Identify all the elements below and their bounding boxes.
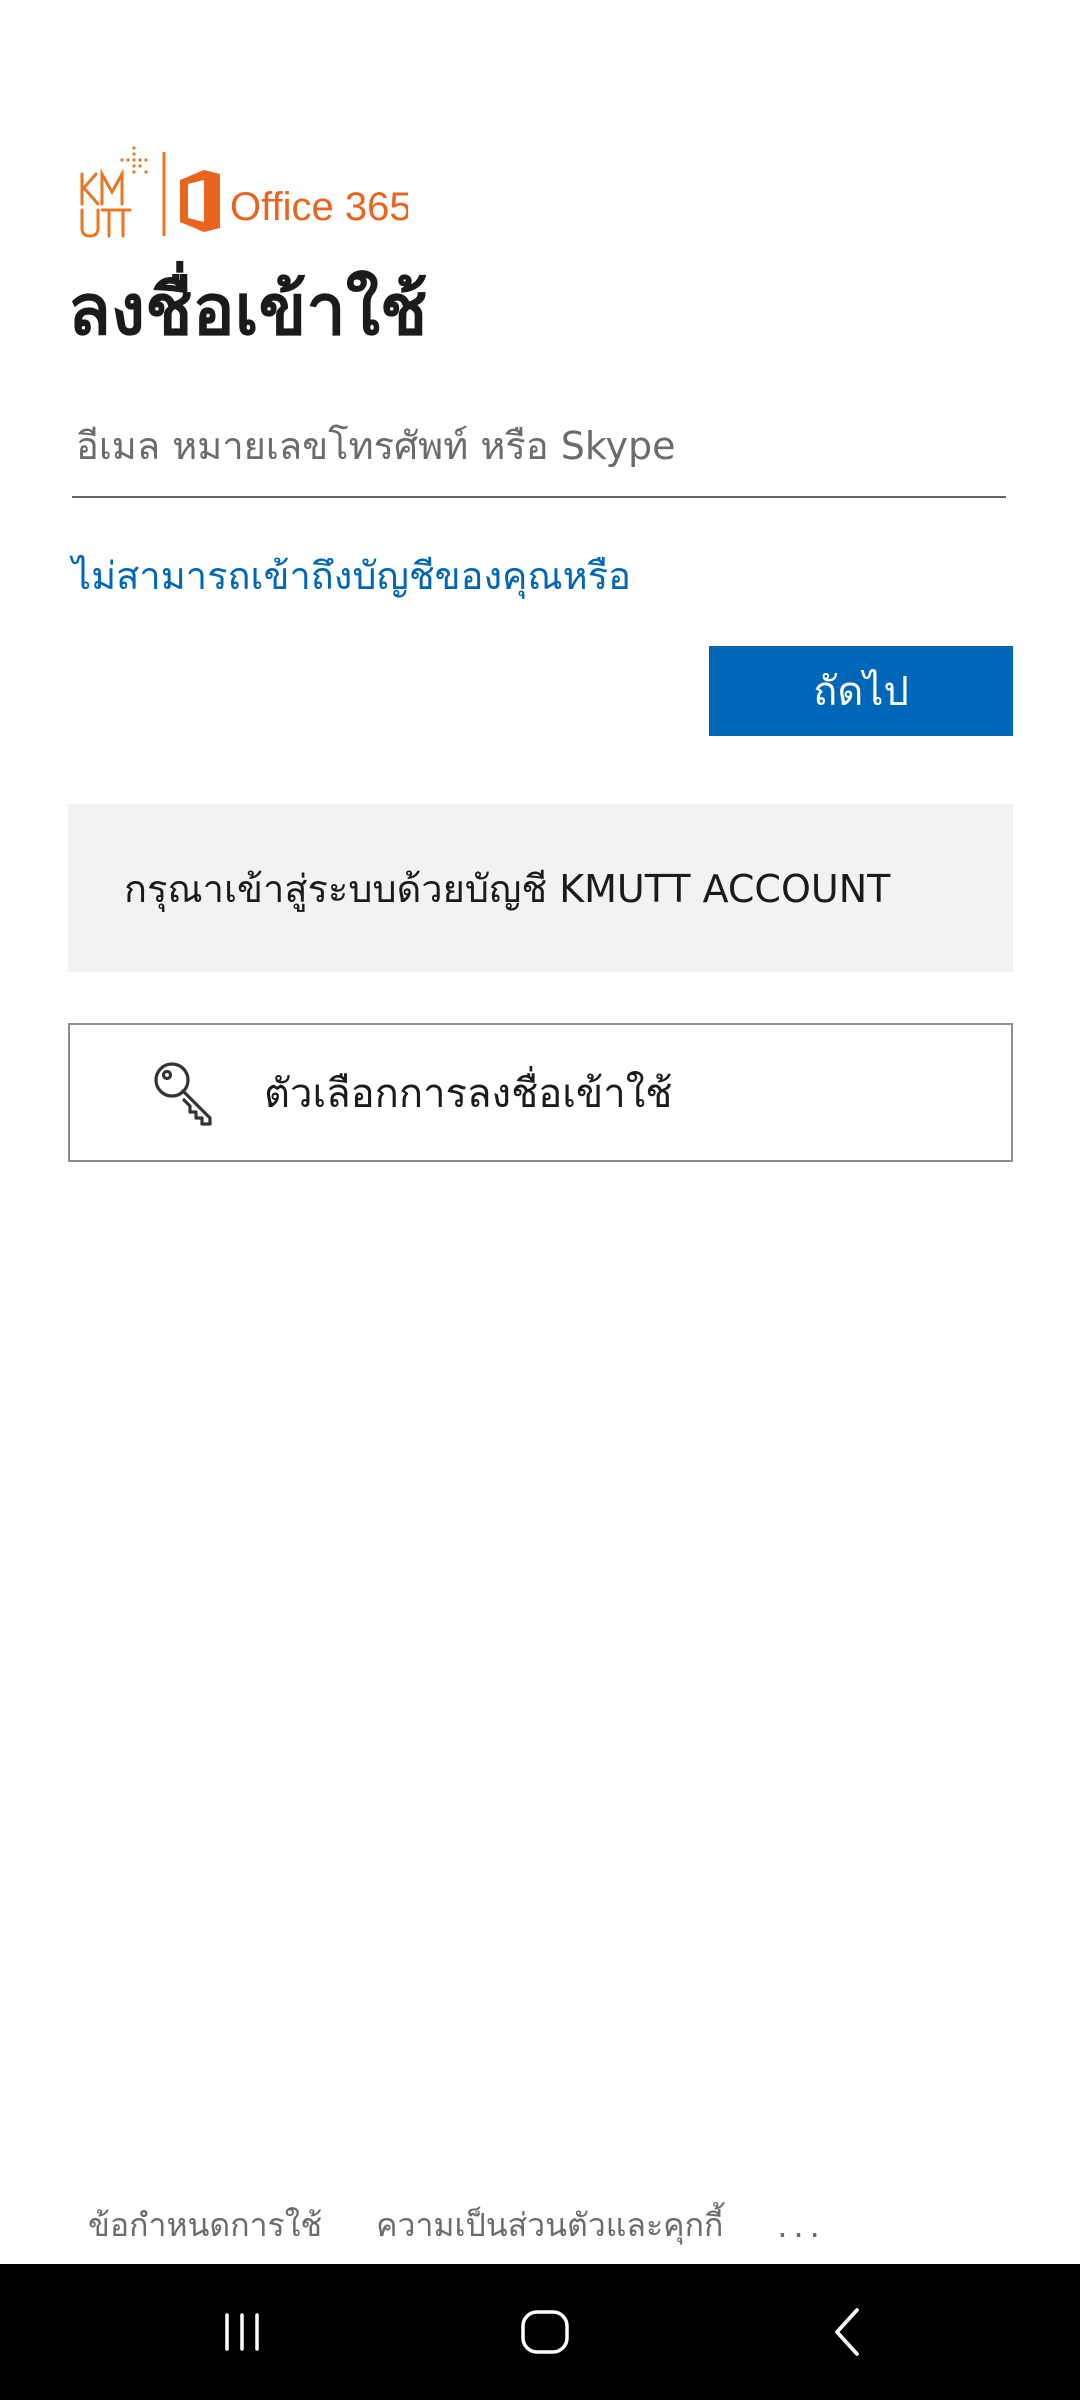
terms-of-use-link[interactable]: ข้อกำหนดการใช้ [88, 2200, 322, 2251]
recent-apps-button[interactable] [162, 2264, 322, 2400]
recent-apps-icon [225, 2313, 259, 2351]
signin-options-button[interactable]: ตัวเลือกการลงชื่อเข้าใช้ [68, 1023, 1013, 1162]
home-button[interactable] [465, 2264, 625, 2400]
back-button[interactable] [768, 2264, 928, 2400]
footer: ข้อกำหนดการใช้ ความเป็นส่วนตัวและคุกกี้ … [88, 2200, 826, 2251]
kmutt-office365-logo: Office 365 [80, 146, 408, 238]
privacy-cookies-link[interactable]: ความเป็นส่วนตัวและคุกกี้ [376, 2200, 723, 2251]
android-navigation-bar [0, 2264, 1080, 2400]
more-options-button[interactable]: ... [777, 2207, 826, 2245]
cant-access-account-link[interactable]: ไม่สามารถเข้าถึงบัญชีของคุณหรือ [72, 545, 631, 606]
notice-text: กรุณาเข้าสู่ระบบด้วยบัญชี KMUTT ACCOUNT [124, 866, 891, 911]
back-icon [835, 2308, 859, 2356]
key-icon [154, 1061, 212, 1126]
next-button[interactable]: ถัดไป [709, 646, 1013, 736]
email-field[interactable] [72, 410, 1006, 498]
home-icon [521, 2310, 569, 2354]
kmutt-account-notice: กรุณาเข้าสู่ระบบด้วยบัญชี KMUTT ACCOUNT [68, 804, 1013, 972]
page-title: ลงชื่อเข้าใช้ [68, 269, 428, 351]
signin-options-label: ตัวเลือกการลงชื่อเข้าใช้ [264, 1070, 673, 1117]
svg-text:Office 365: Office 365 [230, 185, 408, 229]
